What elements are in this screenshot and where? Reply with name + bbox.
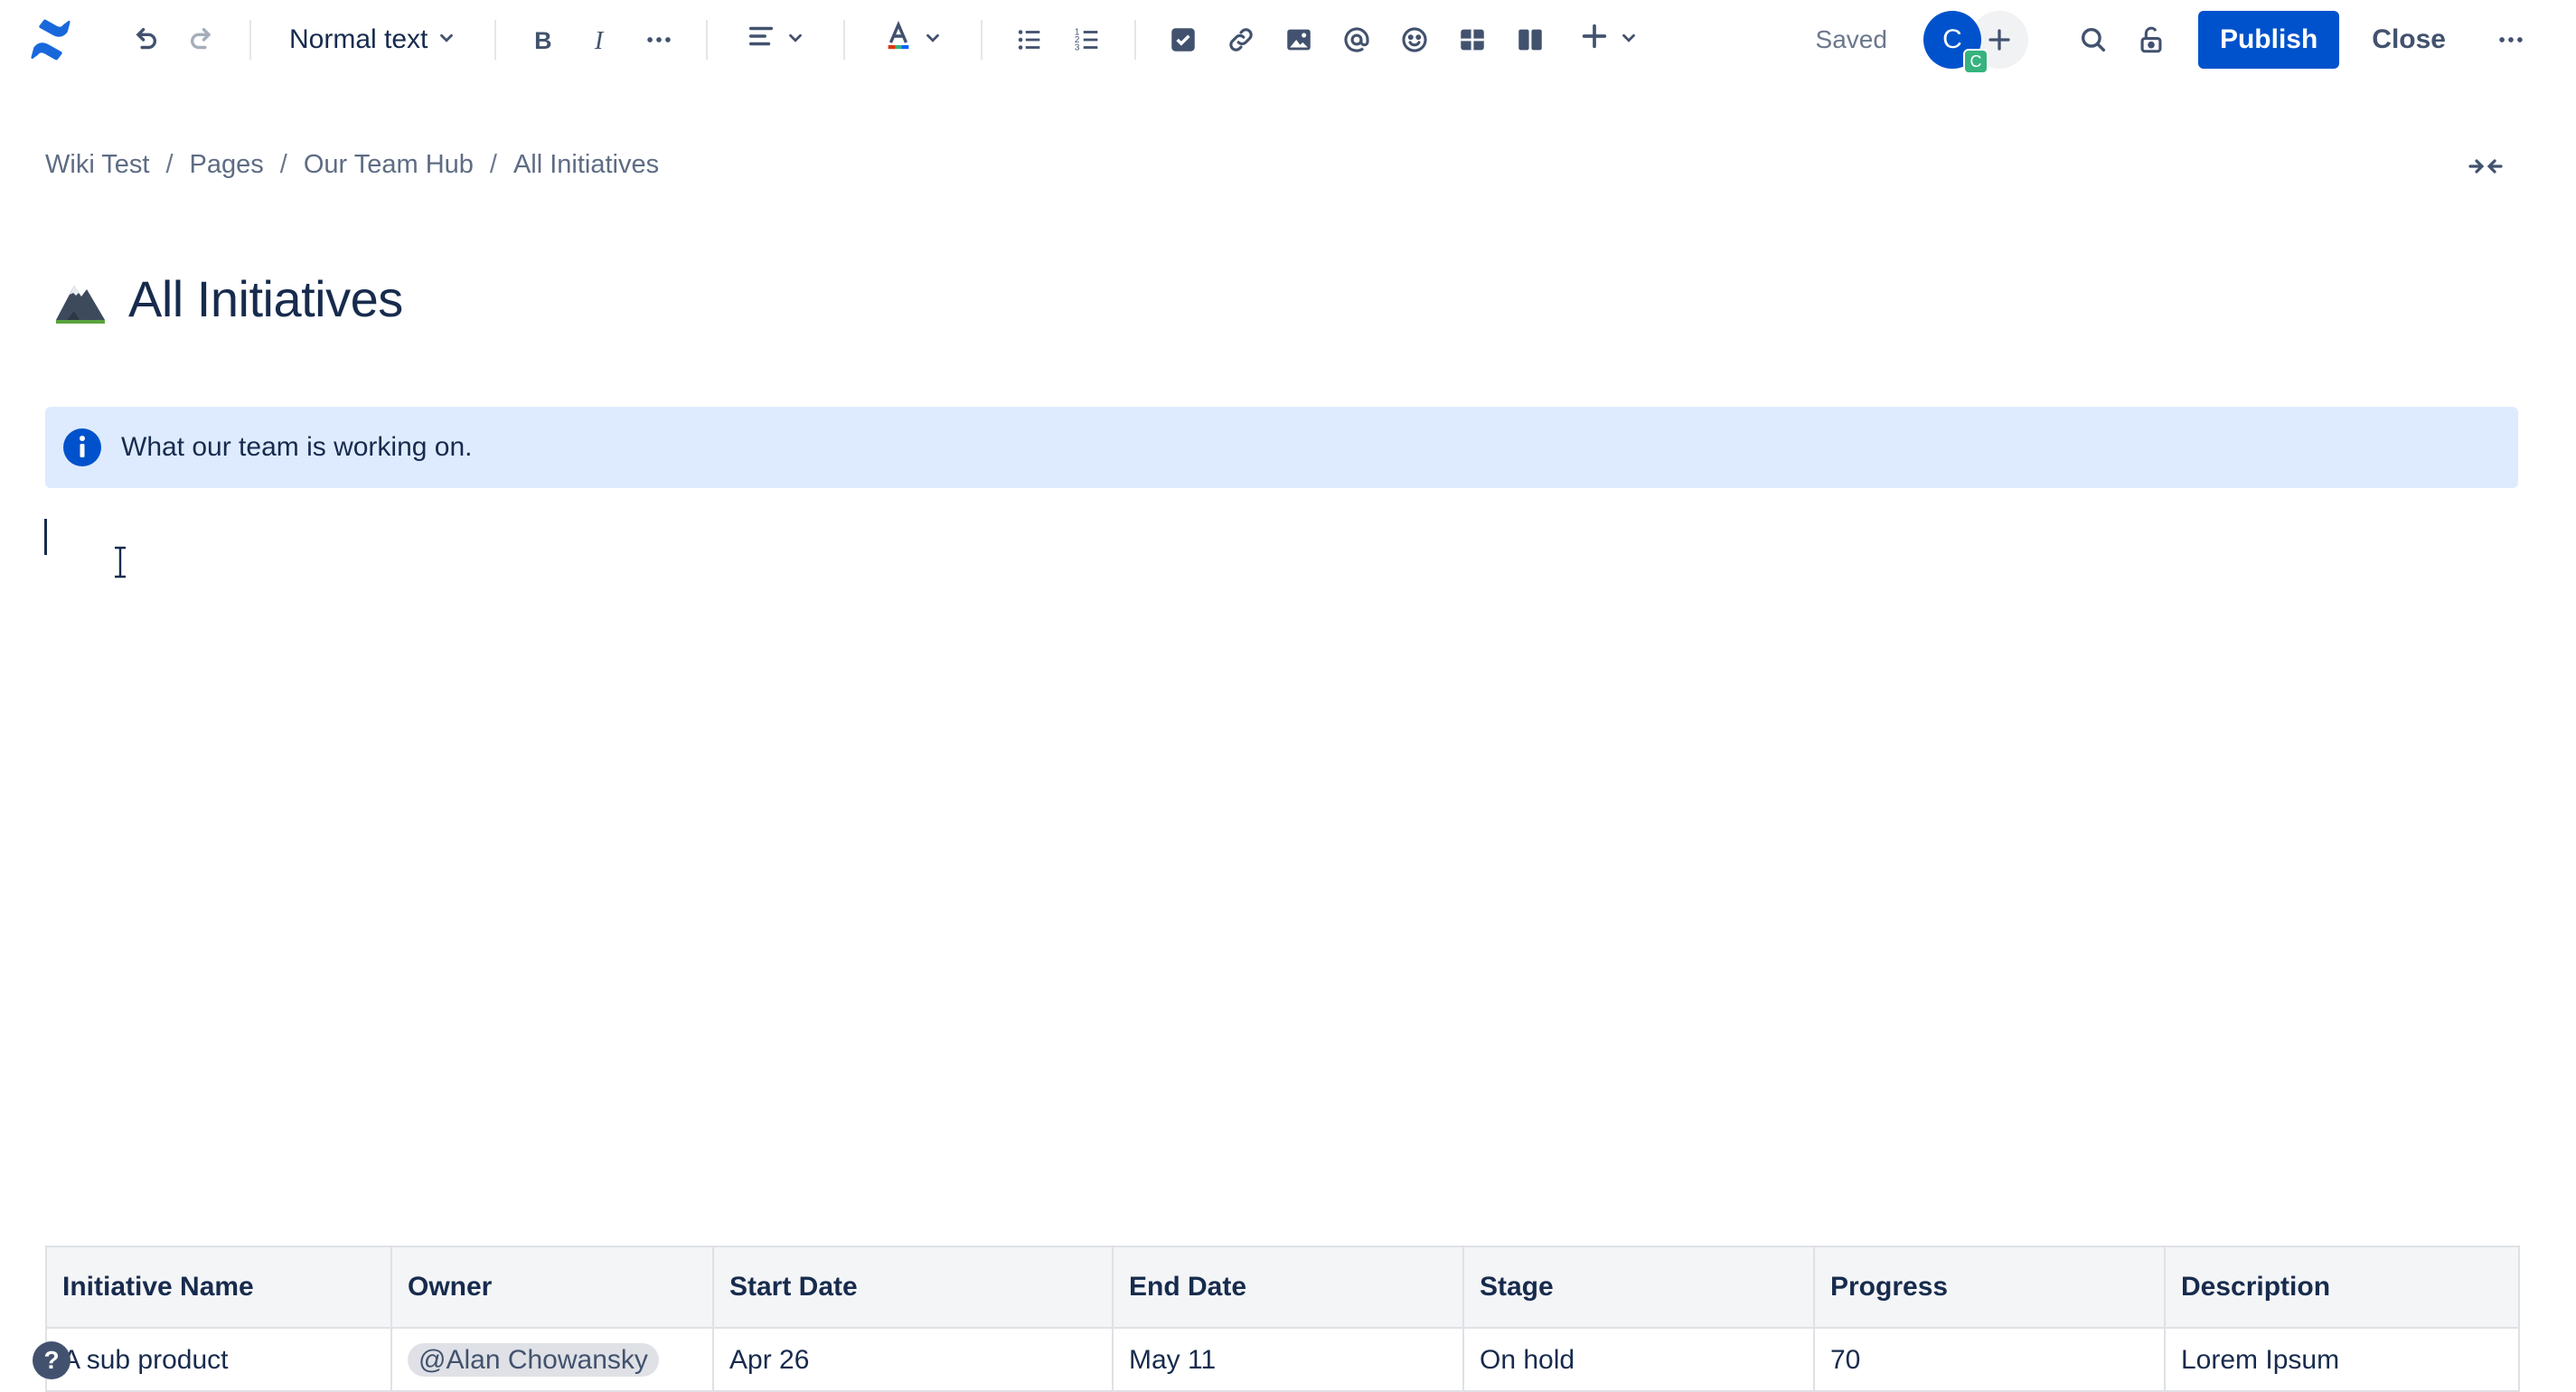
bullet-list-icon[interactable] xyxy=(1004,14,1055,65)
chevron-down-icon xyxy=(1619,24,1639,55)
text-cursor-icon xyxy=(115,546,126,578)
toolbar-divider xyxy=(1134,20,1137,60)
toolbar-divider xyxy=(494,20,497,60)
restrictions-unlock-icon[interactable] xyxy=(2126,14,2176,65)
link-icon[interactable] xyxy=(1216,14,1266,65)
text-caret xyxy=(44,519,47,555)
avatar[interactable]: C C xyxy=(1923,11,1988,74)
text-style-label: Normal text xyxy=(289,24,428,54)
editor-toolbar: Normal text B I 123 Saved C C Publish Cl… xyxy=(0,0,2576,80)
confluence-logo-icon[interactable] xyxy=(25,14,76,65)
publish-button[interactable]: Publish xyxy=(2197,11,2340,69)
text-color-icon xyxy=(883,20,914,59)
breadcrumb-item[interactable]: All Initiatives xyxy=(513,150,659,180)
task-checkbox-icon[interactable] xyxy=(1158,14,1208,65)
breadcrumb: Wiki Test / Pages / Our Team Hub / All I… xyxy=(45,150,659,180)
initiative-name-cell[interactable]: A sub product xyxy=(45,1327,392,1392)
table-row: A sub product @Alan Chowansky Apr 26 May… xyxy=(45,1327,2520,1392)
close-button[interactable]: Close xyxy=(2372,24,2446,55)
alignment-dropdown[interactable] xyxy=(729,14,822,65)
page-title-row: All Initiatives xyxy=(54,269,403,328)
progress-cell[interactable]: 70 xyxy=(1813,1327,2166,1392)
insert-dropdown[interactable] xyxy=(1563,14,1655,65)
end-date-cell[interactable]: May 11 xyxy=(1112,1327,1464,1392)
image-icon[interactable] xyxy=(1274,14,1324,65)
layouts-icon[interactable] xyxy=(1505,14,1556,65)
column-header[interactable]: End Date xyxy=(1112,1246,1464,1329)
column-header[interactable]: Progress xyxy=(1813,1246,2166,1329)
text-color-dropdown[interactable] xyxy=(867,14,959,65)
plus-icon xyxy=(1988,29,2010,51)
numbered-list-icon[interactable]: 123 xyxy=(1062,14,1113,65)
breadcrumb-separator: / xyxy=(165,150,174,179)
column-header[interactable]: Description xyxy=(2164,1246,2520,1329)
info-panel[interactable]: What our team is working on. xyxy=(45,407,2518,488)
avatar-badge: C xyxy=(1962,49,1988,74)
redo-icon[interactable] xyxy=(177,14,228,65)
breadcrumb-separator: / xyxy=(279,150,287,179)
plus-icon xyxy=(1579,21,1610,59)
emoji-icon[interactable] xyxy=(1389,14,1440,65)
undo-icon[interactable] xyxy=(119,14,170,65)
info-icon xyxy=(63,428,101,466)
save-status: Saved xyxy=(1815,25,1887,53)
toolbar-divider xyxy=(249,20,251,60)
description-cell[interactable]: Lorem Ipsum xyxy=(2164,1327,2520,1392)
owner-cell[interactable]: @Alan Chowansky xyxy=(390,1327,714,1392)
avatar-initial: C xyxy=(1942,24,1962,54)
breadcrumb-separator: / xyxy=(489,150,497,179)
toolbar-divider xyxy=(981,20,983,60)
toolbar-divider xyxy=(843,20,846,60)
column-header[interactable]: Owner xyxy=(390,1246,714,1329)
table-icon[interactable] xyxy=(1447,14,1498,65)
stage-cell[interactable]: On hold xyxy=(1462,1327,1815,1392)
svg-text:B: B xyxy=(534,27,551,54)
italic-icon[interactable]: I xyxy=(576,14,626,65)
help-button[interactable]: ? xyxy=(33,1341,71,1379)
mountain-emoji-icon[interactable] xyxy=(54,273,107,325)
column-header[interactable]: Start Date xyxy=(712,1246,1114,1329)
more-formatting-icon[interactable] xyxy=(634,14,684,65)
collapse-width-icon[interactable] xyxy=(2468,150,2504,183)
align-left-icon xyxy=(746,21,776,59)
breadcrumb-item[interactable]: Wiki Test xyxy=(45,150,149,180)
user-mention[interactable]: @Alan Chowansky xyxy=(408,1343,659,1377)
search-icon[interactable] xyxy=(2068,14,2119,65)
bold-icon[interactable]: B xyxy=(518,14,569,65)
mention-icon[interactable] xyxy=(1331,14,1382,65)
initiatives-table[interactable]: Initiative Name Owner Start Date End Dat… xyxy=(45,1246,2520,1392)
chevron-down-icon xyxy=(785,24,805,55)
info-panel-text: What our team is working on. xyxy=(121,432,473,462)
breadcrumb-item[interactable]: Pages xyxy=(190,150,264,180)
text-style-dropdown[interactable]: Normal text xyxy=(273,14,473,65)
svg-text:I: I xyxy=(594,27,605,55)
page-title[interactable]: All Initiatives xyxy=(128,269,403,328)
toolbar-divider xyxy=(706,20,709,60)
table-header-row: Initiative Name Owner Start Date End Dat… xyxy=(45,1246,2520,1329)
chevron-down-icon xyxy=(923,24,943,55)
breadcrumb-item[interactable]: Our Team Hub xyxy=(304,150,474,180)
column-header[interactable]: Stage xyxy=(1462,1246,1815,1329)
more-actions-icon[interactable] xyxy=(2486,14,2536,65)
svg-text:3: 3 xyxy=(1075,42,1080,52)
column-header[interactable]: Initiative Name xyxy=(45,1246,392,1329)
start-date-cell[interactable]: Apr 26 xyxy=(712,1327,1114,1392)
chevron-down-icon xyxy=(437,24,456,55)
